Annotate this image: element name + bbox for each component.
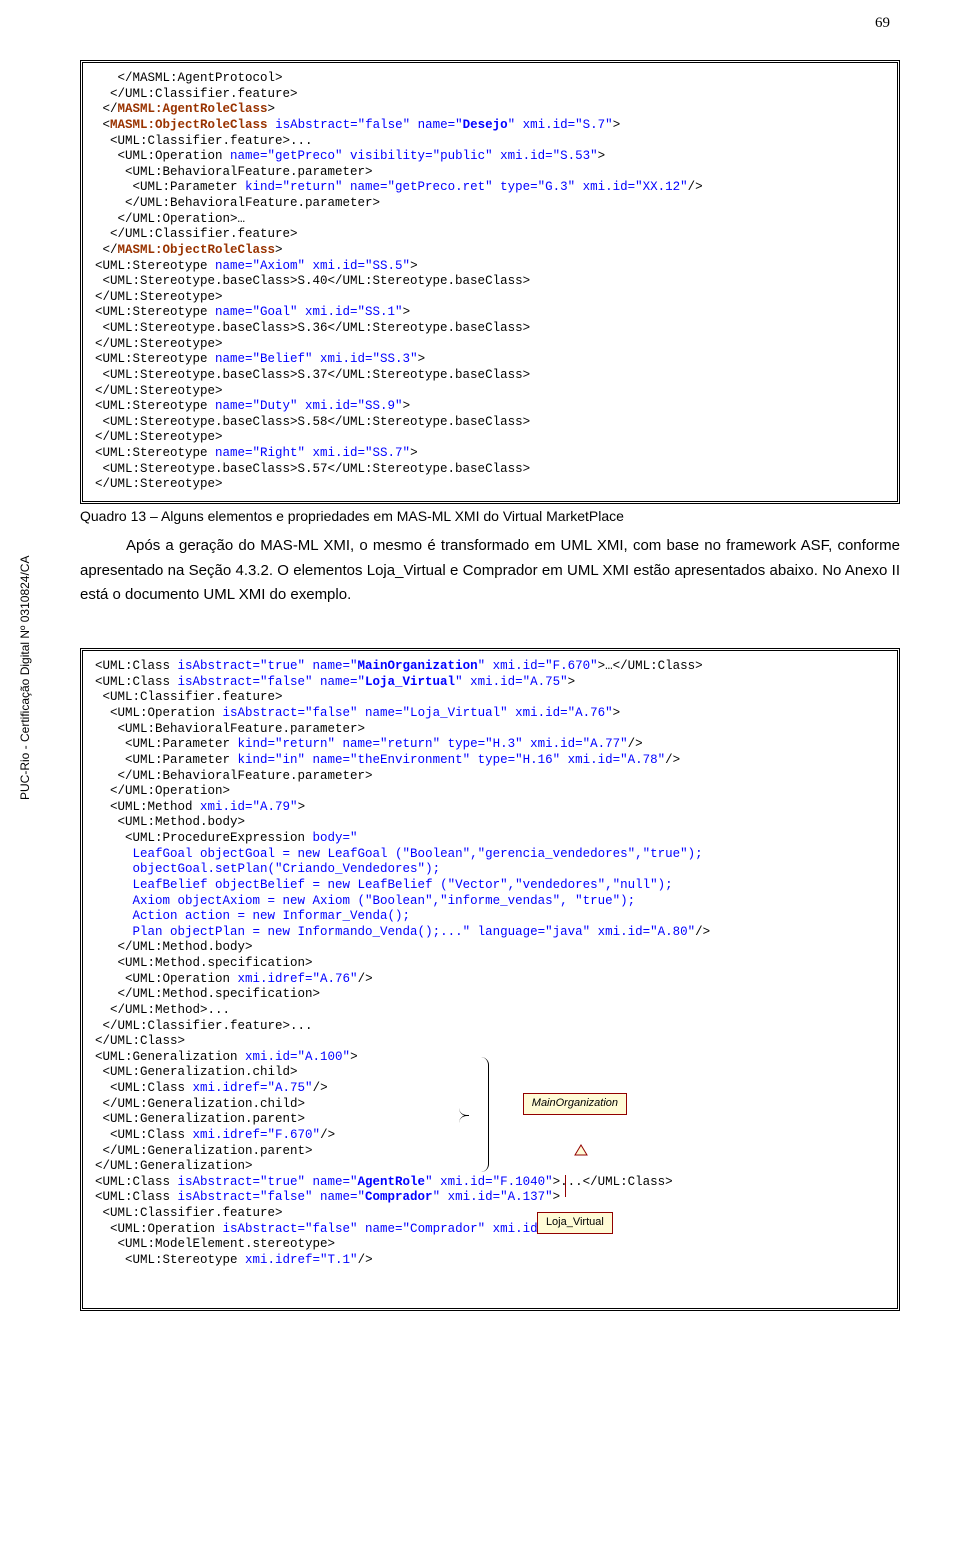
caption-quadro-13: Quadro 13 – Alguns elementos e proprieda… <box>80 508 900 524</box>
vertical-line-icon <box>565 1175 566 1197</box>
page-number: 69 <box>875 15 890 32</box>
body-paragraph-1: Após a geração do MAS-ML XMI, o mesmo é … <box>80 534 900 608</box>
curly-brace-icon <box>469 1057 489 1172</box>
triangle-icon <box>574 1144 588 1156</box>
uml-inheritance-diagram: MainOrganization Loja_Virtual <box>504 1065 627 1248</box>
uml-class-main-organization: MainOrganization <box>523 1093 627 1115</box>
certification-note: PUC-Rio - Certificação Digital Nº 031082… <box>18 556 32 800</box>
document-page: 69 PUC-Rio - Certificação Digital Nº 031… <box>0 0 960 1351</box>
code-box-2: <UML:Class isAbstract="true" name="MainO… <box>80 648 900 1311</box>
code-box-1: </MASML:AgentProtocol> </UML:Classifier.… <box>80 60 900 504</box>
